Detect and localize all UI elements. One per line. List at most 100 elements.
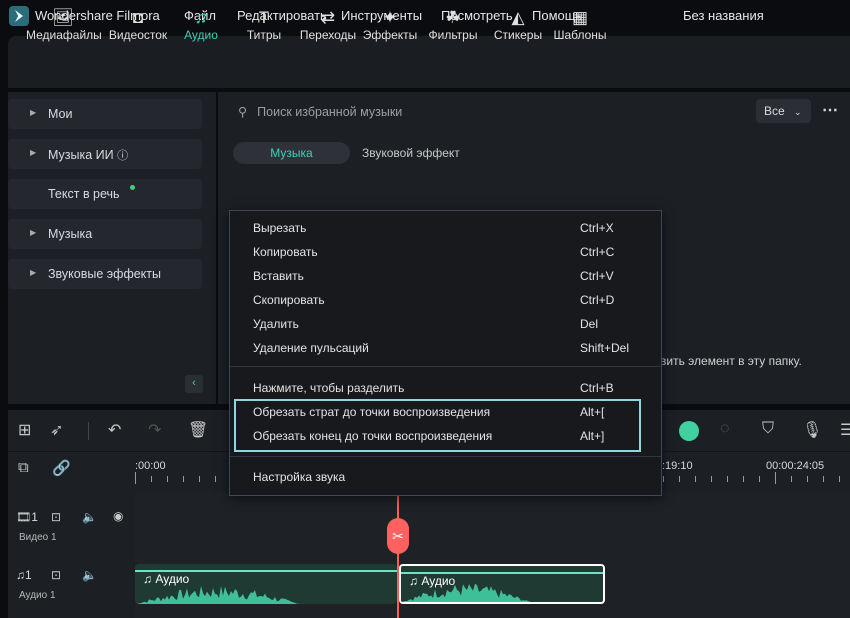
redo-icon[interactable]: ↷ xyxy=(148,420,161,440)
ruler-label: :19:10 xyxy=(662,460,693,472)
lock-icon[interactable]: ⊡ xyxy=(51,568,61,582)
music-note-icon: ♫ xyxy=(194,8,208,27)
menu-item-duplicate[interactable]: Скопировать xyxy=(253,293,325,307)
filters-icon: ☘ xyxy=(445,8,461,27)
video-track-header: 🎞1 xyxy=(16,510,38,524)
clip-name: Аудио xyxy=(421,574,456,588)
shortcut: Ctrl+C xyxy=(580,245,615,259)
tool-transitions[interactable]: ⇄ Переходы xyxy=(298,8,358,42)
ruler-tick xyxy=(215,476,216,482)
sidebar-item-label: Звуковые эффекты xyxy=(48,267,161,281)
sidebar-item-mine[interactable]: ▶ Мои xyxy=(8,99,202,129)
transition-icon: ⇄ xyxy=(320,8,336,27)
clip-label: ♫ Аудио xyxy=(143,572,189,586)
microphone-icon[interactable]: 🎙 xyxy=(802,420,822,440)
play-circle-icon[interactable]: ◌ xyxy=(720,420,730,438)
ruler-label: :00:00 xyxy=(135,460,166,472)
ruler-tick xyxy=(807,476,808,482)
new-dot-icon xyxy=(130,185,135,190)
ruler-tick xyxy=(151,476,152,482)
help-icon[interactable]: ⓘ xyxy=(117,150,128,162)
speaker-icon[interactable]: 🔈 xyxy=(82,568,97,582)
lock-icon[interactable]: ⊡ xyxy=(51,510,61,524)
tab-music[interactable]: Музыка xyxy=(233,142,350,164)
list-icon[interactable]: ☰ xyxy=(840,420,850,440)
tool-filters[interactable]: ☘ Фильтры xyxy=(424,8,482,42)
music-note-icon: ♫ xyxy=(143,572,156,586)
ruler-label: 00:00:24:05 xyxy=(766,460,825,472)
tool-label: Фильтры xyxy=(428,28,478,42)
scissors-icon[interactable]: ✂ xyxy=(387,518,409,554)
menu-item-copy[interactable]: Копировать xyxy=(253,245,318,259)
shortcut: Ctrl+B xyxy=(580,381,614,395)
ai-assistant-icon[interactable] xyxy=(679,421,699,441)
ruler-tick xyxy=(663,476,664,482)
caret-right-icon: ▶ xyxy=(30,148,37,157)
ruler-tick xyxy=(135,472,136,484)
shortcut: Shift+Del xyxy=(580,341,630,355)
menu-item-delete[interactable]: Удалить xyxy=(253,317,299,331)
sidebar-item-label: Текст в речь xyxy=(48,187,120,201)
tool-audio[interactable]: ♫ Аудио xyxy=(172,8,230,42)
layout-icon[interactable]: ⊞ xyxy=(18,420,31,440)
ruler-tick xyxy=(775,472,776,484)
shortcut: Ctrl+X xyxy=(580,221,614,235)
search-input[interactable]: ⚲ Поиск избранной музыки xyxy=(238,104,402,119)
tool-titles[interactable]: T Титры xyxy=(236,8,292,42)
more-icon[interactable]: ⋯ xyxy=(822,100,838,120)
sidebar-item-tts[interactable]: Текст в речь xyxy=(8,179,202,209)
sidebar-item-sfx[interactable]: ▶ Звуковые эффекты xyxy=(8,259,202,289)
caret-right-icon: ▶ xyxy=(30,228,37,237)
shortcut: Del xyxy=(580,317,599,331)
speaker-icon[interactable]: 🔈 xyxy=(82,510,97,524)
collapse-sidebar-button[interactable]: ‹ xyxy=(185,375,203,393)
text-icon: T xyxy=(258,8,270,27)
marker-icon[interactable]: ⛉ xyxy=(762,420,774,438)
tool-effects[interactable]: ✦ Эффекты xyxy=(362,8,418,42)
select-tool-icon[interactable]: ➶ xyxy=(50,420,63,440)
chevron-down-icon: ⌄ xyxy=(794,107,802,117)
tool-stock[interactable]: ◘ Видеосток xyxy=(102,8,174,42)
clip-label: ♫ Аудио xyxy=(409,574,455,588)
audio-clip[interactable]: ♫ Аудио xyxy=(135,564,397,604)
menu-separator xyxy=(230,366,661,367)
delete-icon[interactable]: 🗑 xyxy=(188,420,208,440)
search-icon: ⚲ xyxy=(238,105,248,119)
sidebar-item-label: Мои xyxy=(48,107,73,121)
tool-media[interactable]: 🖼 Медиафайлы xyxy=(26,8,102,42)
menu-item-paste[interactable]: Вставить xyxy=(253,269,304,283)
menu-item-audio-settings[interactable]: Настройка звука xyxy=(253,470,345,484)
add-track-icon[interactable]: ⧉ xyxy=(18,459,29,476)
sidebar-item-ai-music[interactable]: ▶ Музыка ИИ ⓘ xyxy=(8,139,202,169)
tab-sound-effect[interactable]: Звуковой эффект xyxy=(362,146,460,160)
tool-label: Титры xyxy=(246,28,282,42)
filter-select[interactable]: Все ⌄ xyxy=(756,99,811,123)
tool-label: Стикеры xyxy=(493,28,543,42)
sidebar-item-music[interactable]: ▶ Музыка xyxy=(8,219,202,249)
tool-label: Аудио xyxy=(184,28,218,42)
tool-label: Переходы xyxy=(299,28,357,42)
link-icon[interactable]: 🔗 xyxy=(52,459,71,477)
search-placeholder: Поиск избранной музыки xyxy=(257,105,403,119)
audio-clip-selected[interactable]: ♫ Аудио xyxy=(399,564,605,604)
tool-templates[interactable]: ▦ Шаблоны xyxy=(550,8,610,42)
undo-icon[interactable]: ↶ xyxy=(108,420,121,440)
track-name: Видео 1 xyxy=(19,532,57,543)
ruler-tick xyxy=(791,476,792,482)
tool-stickers[interactable]: ◭ Стикеры xyxy=(488,8,548,42)
caret-right-icon: ▶ xyxy=(30,108,37,117)
menu-item-ripple-delete[interactable]: Удаление пульсаций xyxy=(253,341,369,355)
waveform-shape xyxy=(135,585,397,604)
menu-separator xyxy=(230,456,661,457)
empty-folder-hint: вить элемент в эту папку. xyxy=(660,354,802,368)
menu-item-cut[interactable]: Вырезать xyxy=(253,221,306,235)
audio-track-header: ♫1 xyxy=(16,568,32,582)
menu-item-split[interactable]: Нажмите, чтобы разделить xyxy=(253,381,404,395)
sidebar-item-label: Музыка ИИ xyxy=(48,148,114,162)
eye-icon[interactable]: ◉ xyxy=(113,509,123,523)
ruler-tick xyxy=(759,476,760,482)
stock-icon: ◘ xyxy=(132,8,144,27)
ruler-tick xyxy=(183,476,184,482)
track-number: 1 xyxy=(31,510,38,524)
audio-track-icon: ♫ xyxy=(16,568,25,582)
